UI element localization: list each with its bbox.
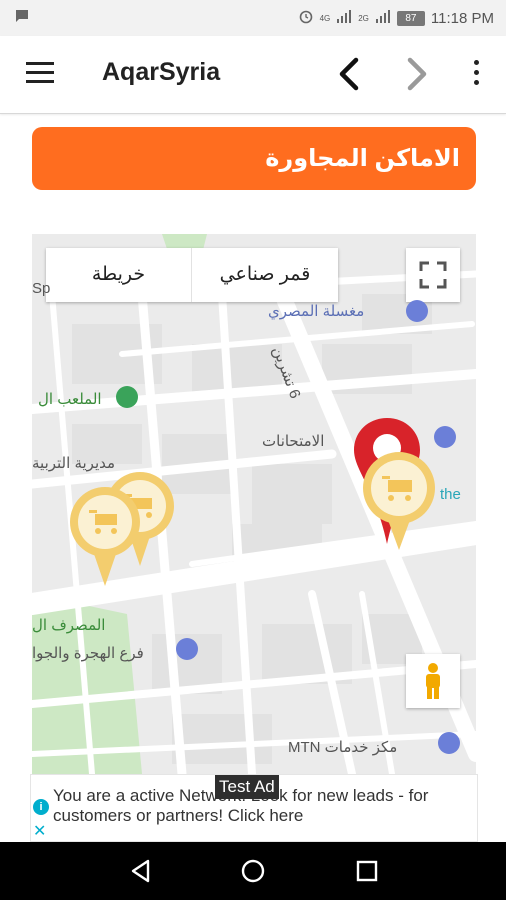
home-circle-icon[interactable] bbox=[240, 858, 266, 884]
forward-arrow-icon[interactable] bbox=[398, 54, 434, 94]
back-triangle-icon[interactable] bbox=[128, 858, 154, 884]
map-type-map[interactable]: خريطة bbox=[46, 248, 192, 302]
shop-marker[interactable] bbox=[68, 486, 142, 586]
status-bar: 4G 2G 87 11:18 PM bbox=[0, 0, 506, 36]
bank-poi-icon[interactable] bbox=[176, 638, 198, 660]
recents-square-icon[interactable] bbox=[354, 858, 380, 884]
stadium-poi-icon[interactable] bbox=[116, 386, 138, 408]
screen: 4G 2G 87 11:18 PM AqarSyria الاماكن المج… bbox=[0, 0, 506, 900]
alarm-icon bbox=[298, 8, 314, 28]
shop-marker[interactable] bbox=[360, 450, 438, 550]
map-type-toggle[interactable]: خريطة قمر صناعي bbox=[46, 248, 338, 302]
map-label-bank: المصرف ال bbox=[32, 617, 106, 634]
laundry-poi-icon[interactable] bbox=[406, 300, 428, 322]
map-label-sp: Sp bbox=[32, 280, 51, 297]
pegman-icon bbox=[426, 663, 440, 699]
battery-icon: 87 bbox=[396, 10, 425, 26]
map-label-education: مديرية التربية bbox=[32, 455, 116, 472]
street-view-button[interactable] bbox=[406, 654, 460, 708]
map-label-exams: الامتحانات bbox=[262, 433, 325, 450]
network-type-2: 2G bbox=[358, 13, 369, 23]
map-type-satellite[interactable]: قمر صناعي bbox=[192, 248, 338, 302]
mtn-poi-icon[interactable] bbox=[438, 732, 460, 754]
back-arrow-icon[interactable] bbox=[332, 54, 368, 94]
ad-close-icon[interactable]: ✕ bbox=[33, 821, 46, 841]
signal-icon bbox=[336, 9, 352, 27]
nearby-places-header: الاماكن المجاورة bbox=[32, 127, 476, 190]
menu-icon[interactable] bbox=[26, 62, 54, 84]
app-title: AqarSyria bbox=[102, 58, 221, 86]
map-label-laundry: مغسلة المصري bbox=[268, 303, 365, 320]
fullscreen-icon bbox=[419, 261, 447, 289]
test-ad-badge: Test Ad bbox=[215, 775, 279, 799]
more-vert-icon[interactable] bbox=[466, 60, 486, 90]
signal-icon bbox=[375, 9, 391, 27]
message-icon bbox=[14, 8, 30, 28]
map-label-mtn: مكز خدمات MTN bbox=[288, 739, 398, 756]
map-label-stadium: الملعب ال bbox=[38, 391, 102, 408]
ad-info-icon[interactable]: i bbox=[33, 799, 49, 815]
status-time: 11:18 PM bbox=[430, 9, 494, 27]
fullscreen-button[interactable] bbox=[406, 248, 460, 302]
system-nav-bar bbox=[0, 842, 506, 900]
map-label-the: the bbox=[440, 486, 461, 503]
network-type-1: 4G bbox=[319, 13, 331, 23]
map-view[interactable]: خريطة قمر صناعي Sp مغسلة المصري 6 تشرين … bbox=[32, 234, 476, 774]
school-poi-icon[interactable] bbox=[434, 426, 456, 448]
map-label-migration: فرع الهجرة والجوا bbox=[32, 645, 144, 662]
app-bar: AqarSyria bbox=[0, 36, 506, 114]
